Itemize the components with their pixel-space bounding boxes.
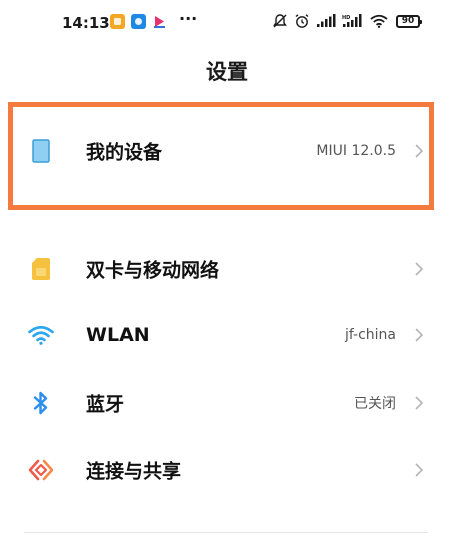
share-icon	[28, 457, 54, 483]
sim-card-icon	[28, 256, 54, 282]
chevron-right-icon	[414, 143, 424, 159]
miui-version-value: MIUI 12.0.5	[316, 143, 396, 159]
more-notifications-icon: ···	[179, 8, 198, 28]
settings-item-label: WLAN	[86, 324, 150, 346]
wifi-icon	[28, 322, 54, 348]
wlan-network-name: jf-china	[344, 327, 396, 343]
hd-signal-strength-icon: HD	[342, 14, 364, 28]
settings-item-label: 连接与共享	[86, 460, 182, 483]
settings-item-label: 我的设备	[86, 141, 163, 164]
settings-item-sim-network[interactable]: 双卡与移动网络	[0, 239, 454, 299]
orange-app-notification-icon	[110, 14, 125, 29]
settings-item-bluetooth[interactable]: 蓝牙 已关闭	[0, 373, 454, 433]
mute-icon	[272, 13, 288, 29]
bluetooth-icon	[28, 390, 54, 416]
svg-text:HD: HD	[342, 15, 350, 21]
device-icon	[28, 138, 54, 164]
status-time: 14:13	[62, 14, 110, 32]
signal-strength-icon	[316, 14, 336, 28]
bluetooth-status-value: 已关闭	[354, 396, 396, 412]
chevron-right-icon	[414, 327, 424, 343]
settings-item-wlan[interactable]: WLAN jf-china	[0, 305, 454, 365]
chevron-right-icon	[414, 462, 424, 478]
play-app-notification-icon	[152, 14, 167, 29]
blue-app-notification-icon	[131, 14, 146, 29]
settings-item-connection-sharing[interactable]: 连接与共享	[0, 440, 454, 500]
page-title: 设置	[206, 60, 248, 84]
chevron-right-icon	[414, 261, 424, 277]
battery-level: 90	[401, 15, 415, 26]
alarm-icon	[294, 13, 310, 29]
settings-item-my-device[interactable]: 我的设备 MIUI 12.0.5	[0, 121, 454, 181]
wifi-status-icon	[370, 14, 388, 28]
battery-icon: 90	[396, 14, 422, 28]
settings-item-label: 蓝牙	[86, 393, 125, 416]
settings-item-label: 双卡与移动网络	[86, 259, 220, 282]
status-bar: 14:13 ··· HD 90	[0, 0, 454, 44]
section-divider	[24, 532, 428, 533]
chevron-right-icon	[414, 395, 424, 411]
notification-icons: ···	[110, 8, 198, 29]
system-icons: HD 90	[272, 13, 422, 29]
